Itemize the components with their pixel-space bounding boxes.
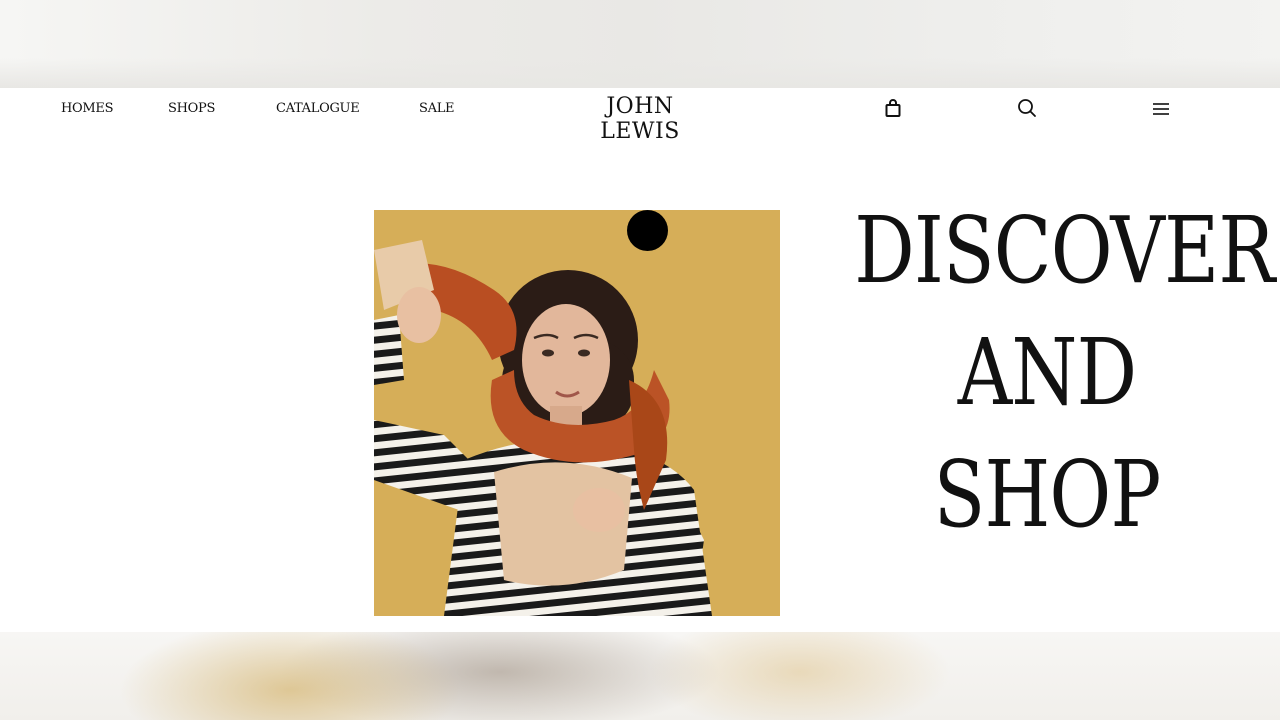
nav-link-sale[interactable]: SALE <box>419 101 455 116</box>
decorative-dot <box>627 210 668 251</box>
heading-line-shop: SHOP <box>933 441 1162 548</box>
blurred-bottom-backdrop <box>0 632 1280 720</box>
bag-icon[interactable] <box>881 96 905 120</box>
hero-photo <box>374 210 780 616</box>
heading-line-discover: DISCOVER <box>854 197 1275 304</box>
hero-heading: DISCOVER AND SHOP <box>812 190 1280 556</box>
search-icon[interactable] <box>1015 96 1039 120</box>
brand-logo[interactable]: JOHN LEWIS <box>573 94 707 144</box>
nav-link-shops[interactable]: SHOPS <box>168 101 215 116</box>
nav-link-catalogue[interactable]: CATALOGUE <box>276 101 360 116</box>
blurred-top-backdrop <box>0 0 1280 88</box>
menu-icon[interactable] <box>1149 97 1173 121</box>
woman-striped-top-fur-scarf-photo <box>374 210 780 616</box>
nav-link-homes[interactable]: HOMES <box>61 101 114 116</box>
heading-line-and: AND <box>957 319 1137 426</box>
